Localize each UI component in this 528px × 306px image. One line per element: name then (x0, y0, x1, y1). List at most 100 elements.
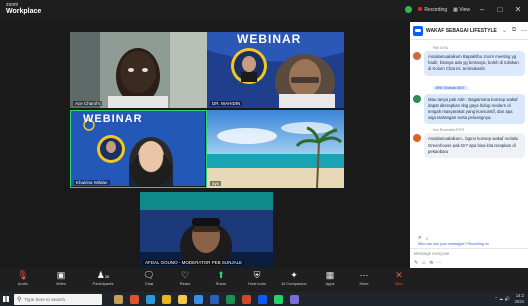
title-bar: zoom Workplace Recording ▦ View – □ ✕ (0, 0, 528, 22)
react-label: React (179, 281, 191, 286)
popout-icon[interactable]: ⧉ (512, 27, 516, 34)
video-tile-4[interactable]: ayu (207, 110, 344, 188)
task-view-icon[interactable] (114, 294, 123, 304)
excel-icon[interactable] (226, 294, 235, 304)
zoom-meeting-window: zoom Workplace Recording ▦ View – □ ✕ Ac… (0, 0, 528, 306)
avatar (413, 52, 421, 60)
windows-start-icon[interactable] (0, 292, 12, 306)
store-icon[interactable] (194, 294, 203, 304)
app-title: zoom Workplace (6, 2, 41, 16)
end-button[interactable]: ✕ End (384, 270, 414, 287)
avatar (413, 94, 421, 103)
avatar (413, 134, 421, 143)
participant-name: AFDAL GOUNO - MODERATOR PEB SUNJALE (143, 260, 245, 265)
explorer-icon[interactable] (178, 294, 187, 304)
tray-icons[interactable]: ⌃ ☁ 🔊 (494, 296, 509, 302)
more-icon: ⋯ (359, 270, 369, 280)
whatsapp-icon[interactable] (274, 294, 283, 304)
share-button[interactable]: ⬆ Share (206, 270, 236, 287)
video-tile-1[interactable]: Ace Charol's (70, 32, 207, 108)
participant-name: ayu (210, 181, 222, 186)
minimize-icon[interactable]: – (476, 5, 488, 14)
clock-time: 14:2 (515, 293, 524, 298)
participants-count: 26 (104, 274, 110, 279)
title-bar-controls: Recording ▦ View – □ ✕ (405, 5, 524, 14)
office-icon[interactable] (130, 294, 139, 304)
app-workplace: Workplace (6, 8, 42, 15)
chat-messages: Riki ILHA Assalamualaikum Bapak/Ibu zoom… (410, 42, 528, 244)
sparkle-icon: ✦ (290, 270, 298, 280)
ai-companion-button[interactable]: ✦ AI Companion (276, 270, 312, 287)
system-tray: ⌃ ☁ 🔊 14:2 2024 (494, 293, 524, 304)
message-placeholder: Message everyone (414, 251, 450, 256)
close-icon[interactable]: ✕ (512, 5, 524, 14)
shield-icon: ⛨ (253, 270, 261, 280)
webinar-banner-text: WEBINAR (237, 32, 302, 46)
emoji-icon[interactable]: ☺ (425, 237, 429, 241)
video-tile-3[interactable]: WEBINAR Khairina Wildan (70, 110, 207, 188)
more-button[interactable]: ⋯ More (349, 270, 379, 287)
chat-visibility-hint[interactable]: Who can see your messages? Recording on (418, 242, 489, 246)
chevron-down-icon[interactable]: ⌄ (502, 27, 507, 34)
security-shield-icon[interactable] (405, 6, 413, 13)
more-label: More (359, 281, 369, 286)
video-label: Video (55, 281, 67, 286)
message-sender: Riki ILHA (433, 46, 448, 50)
record-dot-icon (418, 6, 423, 11)
chat-title: WAKAF SEBAGAI LIFESTYLE (426, 27, 497, 34)
share-label: Share (215, 281, 227, 286)
host-tools-button[interactable]: ⛨ Host tools (241, 270, 273, 287)
apps-button[interactable]: ▦ Apps (315, 270, 345, 287)
zoom-taskbar-icon[interactable] (258, 294, 267, 304)
host-tools-label: Host tools (248, 281, 266, 286)
chat-button[interactable]: 🗨 Chat (134, 270, 164, 287)
webinar-banner-text-2: WEBINAR (83, 113, 143, 125)
video-gallery: Ace Charol's WEBINAR DR. WAHIDIN WEBINAR… (0, 22, 410, 268)
video-icon: ▣ (56, 270, 66, 280)
view-button[interactable]: ▦ View (453, 7, 470, 13)
video-tile-2[interactable]: WEBINAR DR. WAHIDIN (207, 32, 344, 108)
message-text: Mau tanya pak Ade : Bagaimana konsep wak… (424, 93, 525, 125)
message-sender: Nur Ruumalia RSTI (433, 128, 465, 133)
powerpoint-icon[interactable] (242, 294, 251, 304)
message-text: Assalamualaikum.. bgmn konsep wakaf mela… (424, 133, 525, 159)
participant-name: Ace Charol's (73, 101, 103, 106)
end-icon: ✕ (395, 270, 403, 280)
chat-message[interactable]: Assalamualaikum Bapak/Ibu zoom meeting y… (413, 51, 525, 76)
chat-message[interactable]: Mau tanya pak Ade : Bagaimana konsep wak… (413, 93, 525, 125)
zoom-logo-icon (413, 25, 423, 36)
share-icon: ⬆ (217, 270, 225, 280)
participant-name: Khairina Wildan (74, 180, 110, 185)
tray-clock[interactable]: 14:2 2024 (515, 293, 524, 304)
message-sender: BRI Shahab BST (433, 85, 468, 90)
message-text: Assalamualaikum Bapak/Ibu zoom meeting y… (424, 51, 525, 76)
pinned-apps (114, 294, 299, 304)
chat-label: Chat (144, 281, 154, 286)
participant-video-4 (207, 110, 344, 188)
chat-header: WAKAF SEBAGAI LIFESTYLE ⌄ ⧉ — (410, 22, 528, 40)
chrome-icon[interactable] (162, 294, 171, 304)
photos-icon[interactable] (290, 294, 299, 304)
participants-button[interactable]: ♟26 Participants (86, 270, 120, 287)
participant-video-5 (140, 192, 273, 267)
participant-video-1 (70, 32, 207, 108)
maximize-icon[interactable]: □ (494, 5, 506, 14)
mic-icon: 🎙 (17, 270, 29, 280)
clock-date: 2024 (514, 298, 524, 304)
video-tile-5[interactable]: AFDAL GOUNO - MODERATOR PEB SUNJALE (140, 192, 273, 267)
recording-indicator[interactable]: Recording (418, 6, 448, 13)
react-button[interactable]: ♡ React (170, 270, 200, 287)
audio-button[interactable]: 🎙 Audio (8, 270, 38, 287)
participants-icon: ♟26 (96, 270, 110, 280)
taskbar-search-placeholder: Type here to search (24, 296, 66, 302)
chat-message[interactable]: Assalamualaikum.. bgmn konsep wakaf mela… (413, 133, 525, 159)
taskbar-search[interactable]: ⚲ Type here to search (14, 293, 102, 305)
word-icon[interactable] (210, 294, 219, 304)
edge-icon[interactable] (146, 294, 155, 304)
meeting-toolbar: 🎙 Audio ▣ Video ♟26 Participants 🗨 Chat … (0, 268, 528, 292)
recording-label: Recording (424, 6, 448, 13)
apps-icon: ▦ (325, 270, 335, 280)
chat-panel: WAKAF SEBAGAI LIFESTYLE ⌄ ⧉ — Riki ILHA … (410, 22, 528, 268)
video-button[interactable]: ▣ Video (46, 270, 76, 287)
close-panel-icon[interactable]: — (521, 28, 527, 34)
